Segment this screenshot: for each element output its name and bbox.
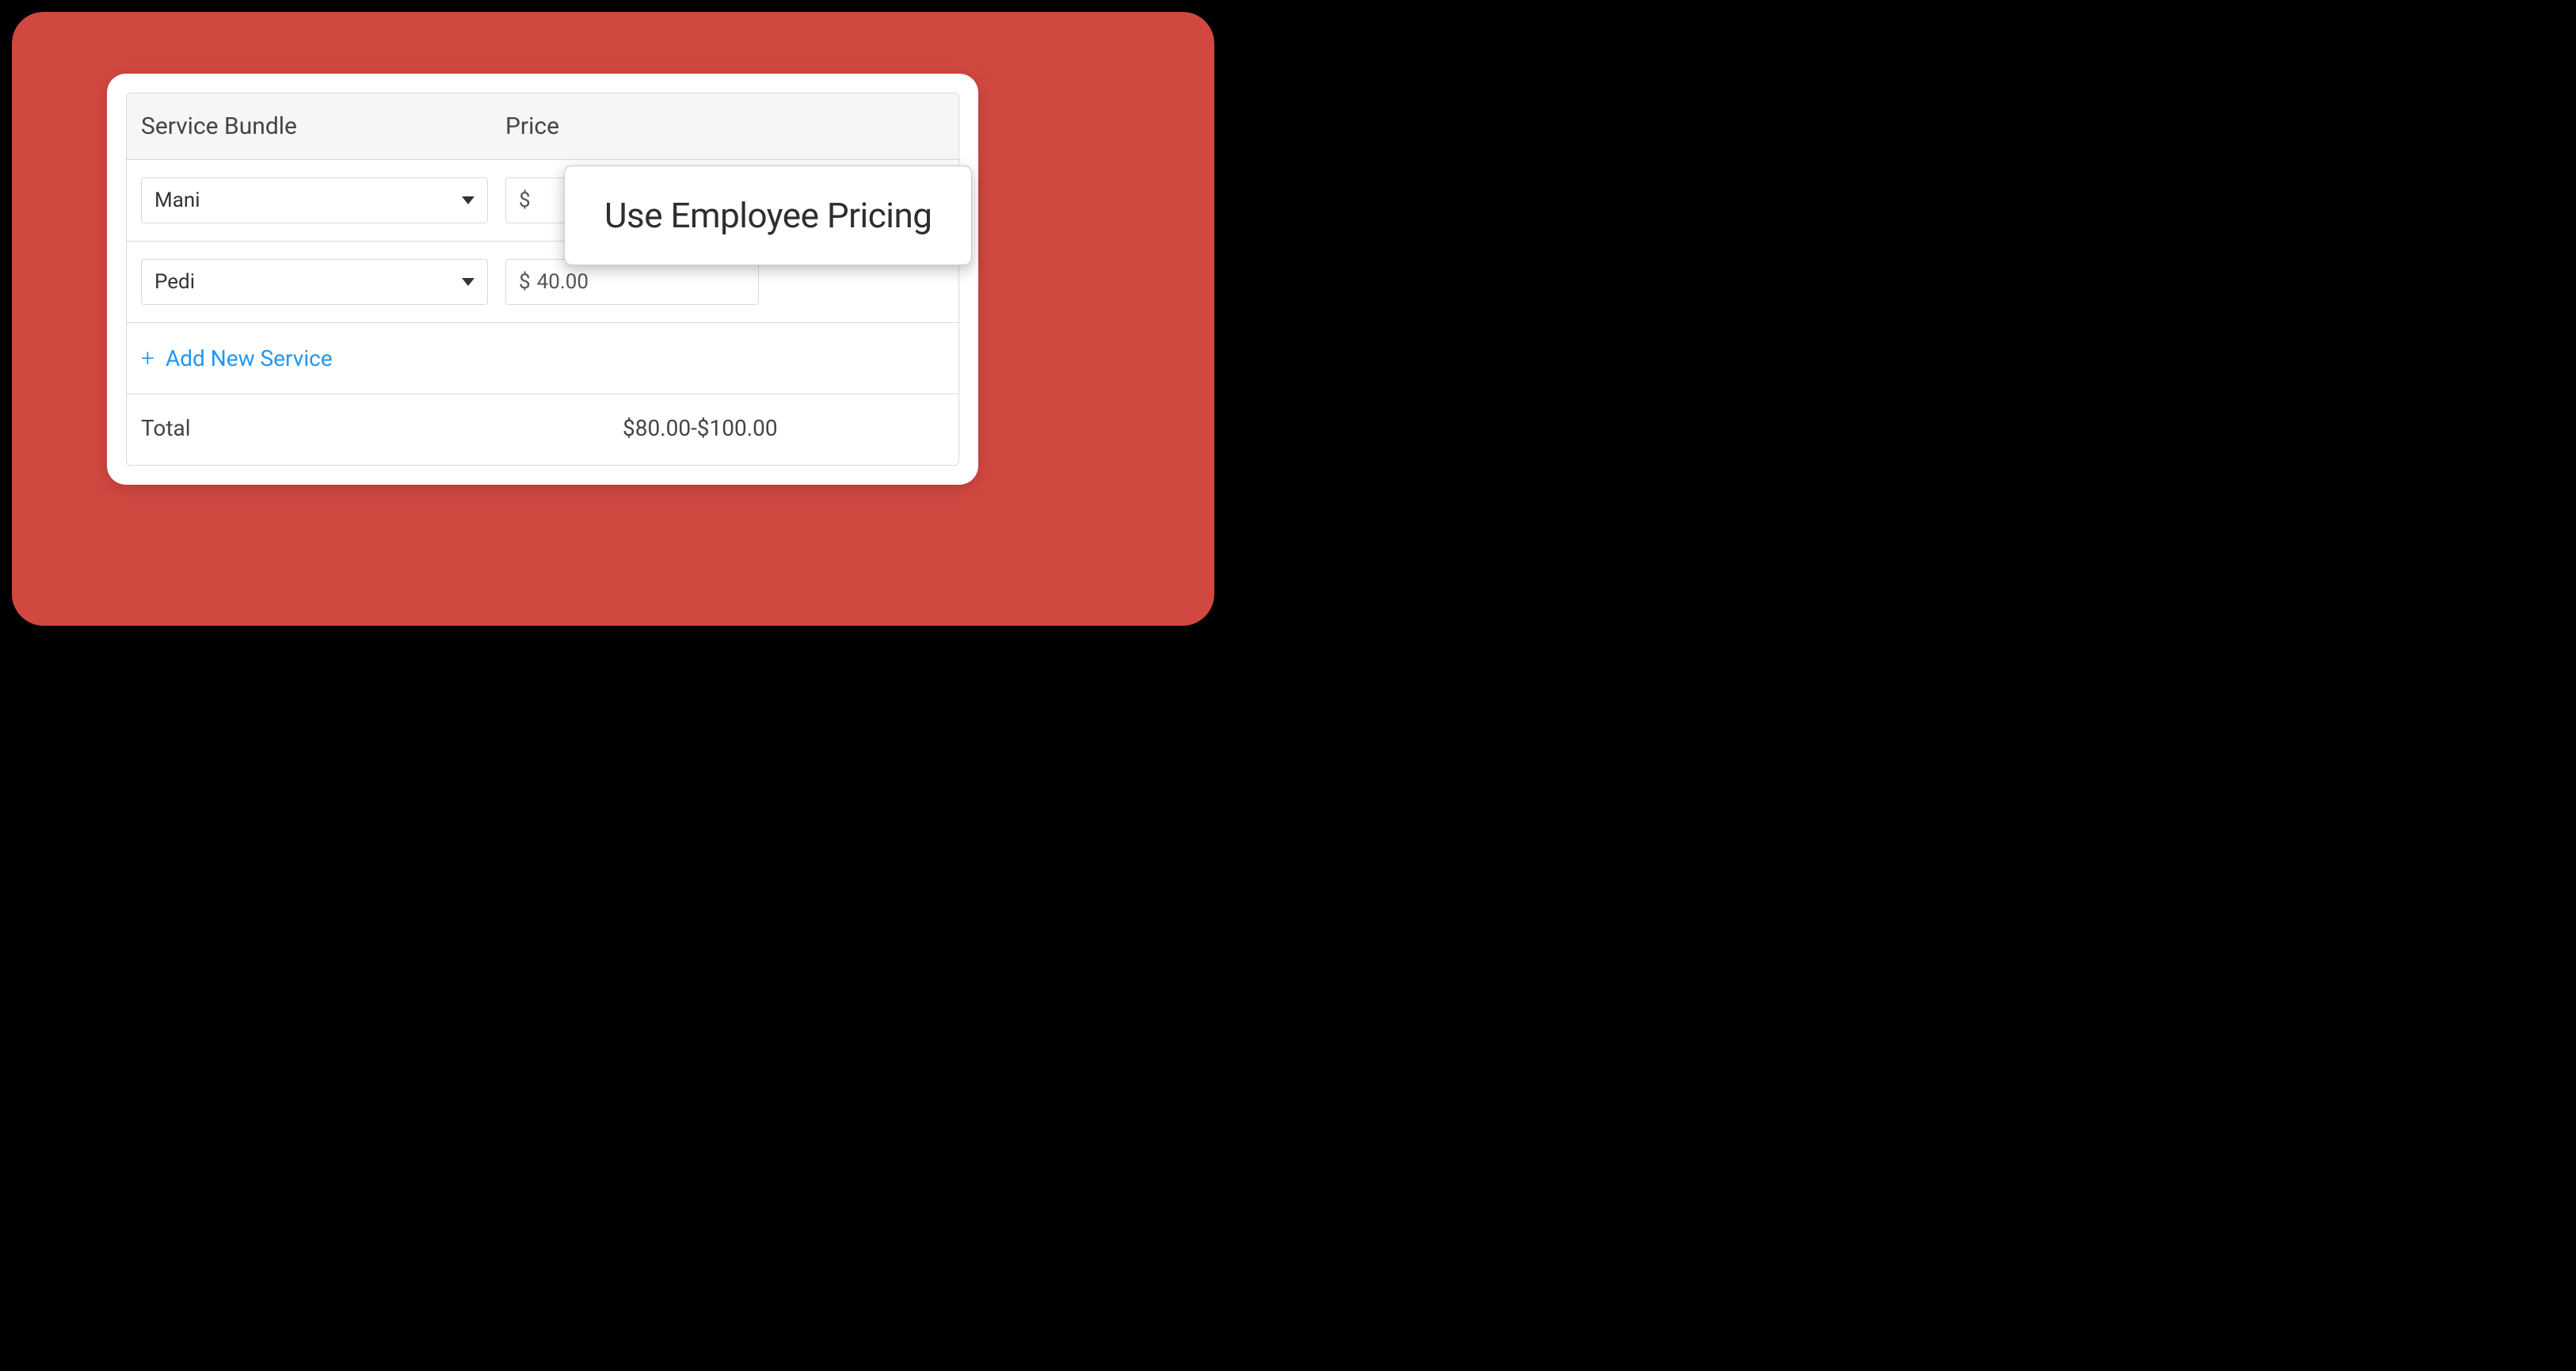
employee-pricing-tooltip[interactable]: Use Employee Pricing xyxy=(564,166,972,265)
service-table: Service Bundle Price Mani $ Pedi xyxy=(126,93,959,466)
service-select-mani[interactable]: Mani xyxy=(141,177,488,223)
chevron-down-icon xyxy=(462,196,474,204)
add-service-button[interactable]: + Add New Service xyxy=(127,323,958,394)
tooltip-text: Use Employee Pricing xyxy=(604,195,932,236)
service-select-pedi[interactable]: Pedi xyxy=(141,259,488,305)
add-service-label: Add New Service xyxy=(166,345,333,371)
service-select-value: Mani xyxy=(154,189,200,212)
total-value: $80.00-$100.00 xyxy=(623,415,778,441)
currency-symbol: $ xyxy=(519,189,531,212)
price-value: 40.00 xyxy=(537,270,589,294)
chevron-down-icon xyxy=(462,278,474,286)
column-header-price: Price xyxy=(505,112,944,140)
service-select-value: Pedi xyxy=(154,270,195,294)
total-row: Total $80.00-$100.00 xyxy=(127,394,958,465)
total-label: Total xyxy=(141,415,623,441)
column-header-service: Service Bundle xyxy=(141,112,505,140)
service-bundle-card: Service Bundle Price Mani $ Pedi xyxy=(107,74,978,485)
currency-symbol: $ xyxy=(519,270,531,294)
table-header-row: Service Bundle Price xyxy=(127,93,958,160)
price-input-pedi[interactable]: $ 40.00 xyxy=(505,259,759,305)
background-panel: Service Bundle Price Mani $ Pedi xyxy=(12,12,1214,626)
plus-icon: + xyxy=(141,347,154,371)
